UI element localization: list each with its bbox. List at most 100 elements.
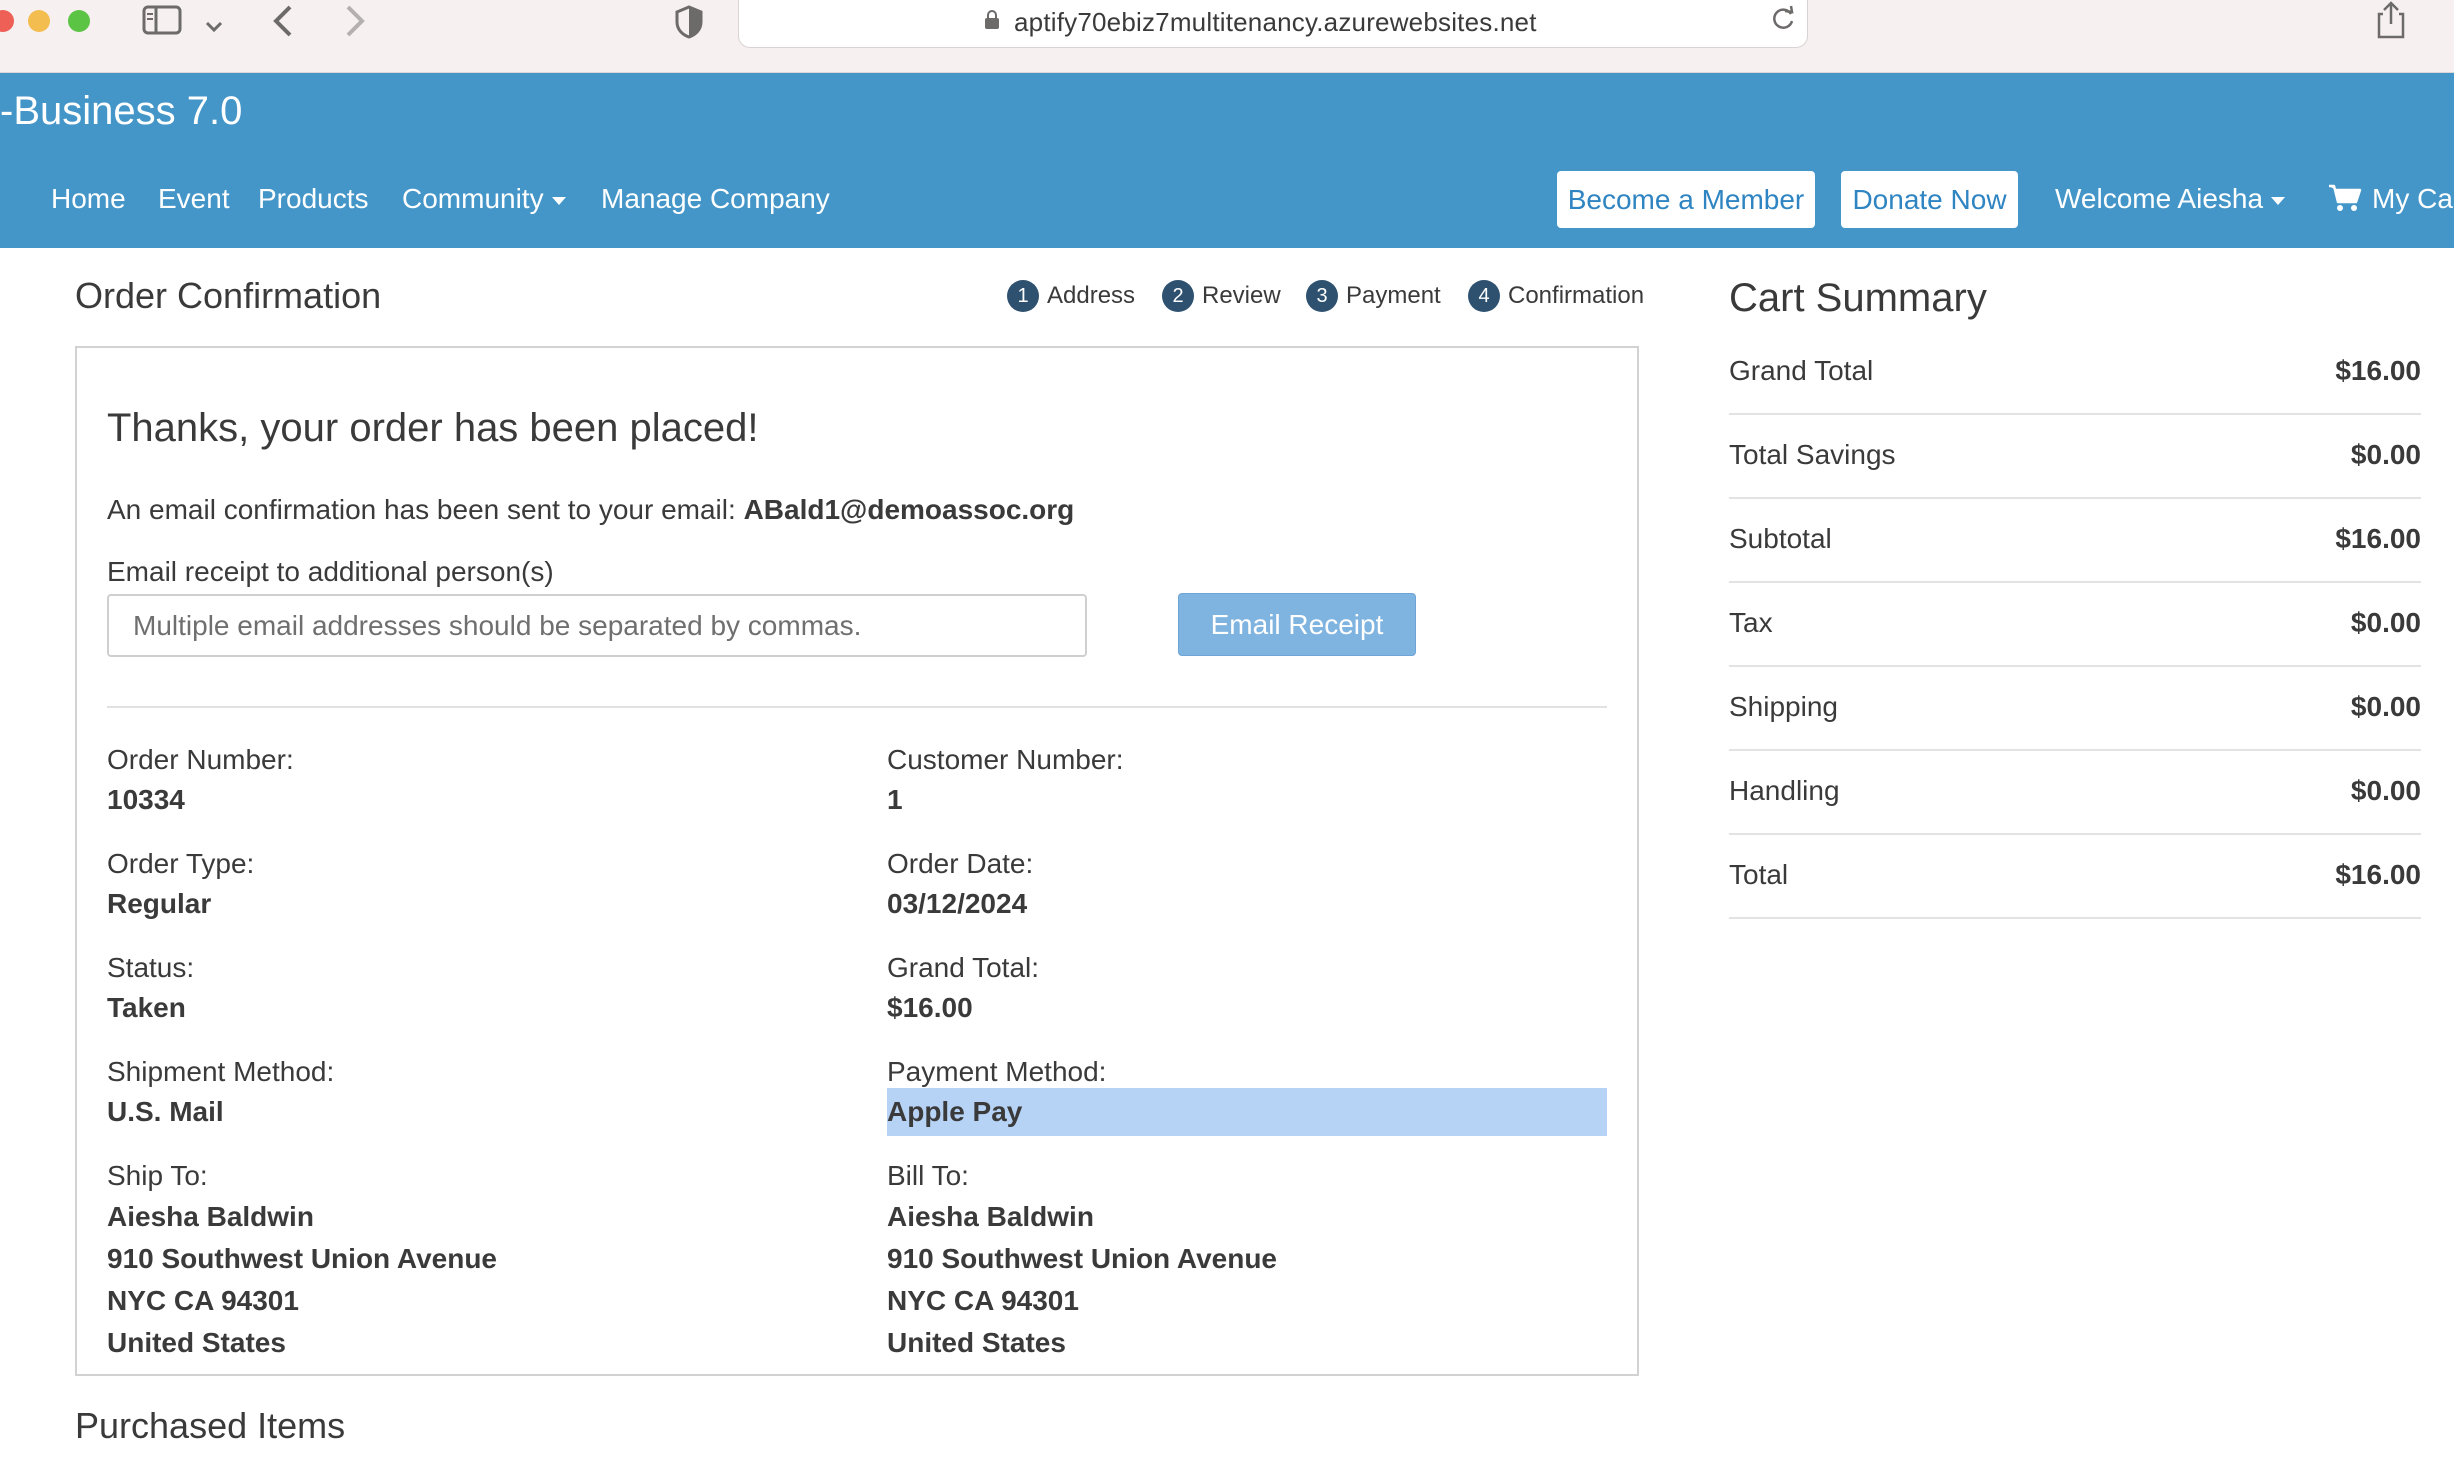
step-payment: 3 Payment xyxy=(1306,280,1441,312)
back-arrow-icon[interactable] xyxy=(270,2,296,47)
email-confirmation-text: An email confirmation has been sent to y… xyxy=(107,494,1074,526)
cart-row-value: $16.00 xyxy=(2335,859,2421,890)
browser-toolbar: aptify70ebiz7multitenancy.azurewebsites.… xyxy=(0,0,2454,73)
order-date-field: Order Date: 03/12/2024 xyxy=(887,844,1607,924)
minimize-window-button[interactable] xyxy=(28,10,50,32)
cart-row-grand-total: Grand Total $16.00 xyxy=(1729,331,2421,415)
donate-now-button[interactable]: Donate Now xyxy=(1841,171,2018,228)
welcome-user-label: Welcome Aiesha xyxy=(2055,183,2264,214)
close-window-button[interactable] xyxy=(0,10,14,32)
step-label: Payment xyxy=(1346,282,1441,309)
forward-arrow-icon[interactable] xyxy=(342,2,368,47)
order-date-label: Order Date: xyxy=(887,848,1034,879)
step-label: Address xyxy=(1047,282,1136,309)
nav-products[interactable]: Products xyxy=(258,183,369,215)
cart-row-total: Total $16.00 xyxy=(1729,835,2421,919)
step-label: Review xyxy=(1202,282,1281,309)
thanks-heading: Thanks, your order has been placed! xyxy=(107,406,759,450)
shipment-method-field: Shipment Method: U.S. Mail xyxy=(107,1052,827,1132)
order-confirmation-panel: Thanks, your order has been placed! An e… xyxy=(75,346,1639,1376)
zoom-window-button[interactable] xyxy=(68,10,90,32)
welcome-user-menu[interactable]: Welcome Aiesha xyxy=(2055,183,2286,215)
bill-to-country: United States xyxy=(887,1327,1066,1358)
cart-row-value: $0.00 xyxy=(2350,607,2421,638)
sidebar-toggle-icon[interactable] xyxy=(142,4,182,43)
cart-row-tax: Tax $0.00 xyxy=(1729,583,2421,667)
become-member-button[interactable]: Become a Member xyxy=(1557,171,1815,228)
step-label: Confirmation xyxy=(1508,282,1645,309)
cart-icon xyxy=(2328,183,2372,214)
cart-row-value: $0.00 xyxy=(2350,439,2421,470)
ship-to-label: Ship To: xyxy=(107,1160,208,1191)
ship-to-country: United States xyxy=(107,1327,286,1358)
status-label: Status: xyxy=(107,952,195,983)
page-title: Order Confirmation xyxy=(75,275,382,316)
caret-down-icon xyxy=(2271,196,2286,205)
purchased-items-heading: Purchased Items xyxy=(75,1405,346,1446)
nav-home[interactable]: Home xyxy=(51,183,126,215)
cart-row-value: $0.00 xyxy=(2350,691,2421,722)
url-text: aptify70ebiz7multitenancy.azurewebsites.… xyxy=(1014,7,1537,37)
grand-total-label: Grand Total: xyxy=(887,952,1040,983)
step-number: 3 xyxy=(1306,280,1338,312)
grand-total-value: $16.00 xyxy=(887,992,973,1023)
step-address: 1 Address xyxy=(1007,280,1135,312)
divider xyxy=(107,706,1607,708)
order-number-label: Order Number: xyxy=(107,744,294,775)
privacy-shield-icon[interactable] xyxy=(674,4,704,47)
status-field: Status: Taken xyxy=(107,948,827,1028)
cart-row-label: Subtotal xyxy=(1729,523,1832,554)
ship-to-name: Aiesha Baldwin xyxy=(107,1201,314,1232)
additional-email-input[interactable] xyxy=(107,594,1087,657)
cart-row-subtotal: Subtotal $16.00 xyxy=(1729,499,2421,583)
status-value: Taken xyxy=(107,992,186,1023)
chevron-down-icon[interactable] xyxy=(204,8,224,44)
bill-to-name: Aiesha Baldwin xyxy=(887,1201,1094,1232)
order-date-value: 03/12/2024 xyxy=(887,888,1028,919)
grand-total-field: Grand Total: $16.00 xyxy=(887,948,1607,1028)
step-number: 1 xyxy=(1007,280,1039,312)
reload-icon[interactable] xyxy=(1769,4,1797,42)
order-type-field: Order Type: Regular xyxy=(107,844,827,924)
payment-method-label: Payment Method: xyxy=(887,1056,1107,1087)
share-icon[interactable] xyxy=(2374,0,2408,47)
cart-summary-title: Cart Summary xyxy=(1729,276,1987,320)
caret-down-icon xyxy=(551,196,566,205)
step-number: 2 xyxy=(1162,280,1194,312)
order-number-value: 10334 xyxy=(107,784,185,815)
customer-number-field: Customer Number: 1 xyxy=(887,740,1607,820)
email-sent-label: An email confirmation has been sent to y… xyxy=(107,494,736,525)
cart-row-value: $16.00 xyxy=(2335,355,2421,386)
address-bar[interactable]: aptify70ebiz7multitenancy.azurewebsites.… xyxy=(738,0,1808,48)
confirmation-email: ABald1@demoassoc.org xyxy=(743,494,1075,525)
receipt-label: Email receipt to additional person(s) xyxy=(107,556,554,587)
cart-row-label: Handling xyxy=(1729,775,1840,806)
ship-to-city: NYC CA 94301 xyxy=(107,1285,299,1316)
ship-to-field: Ship To: Aiesha Baldwin 910 Southwest Un… xyxy=(107,1156,827,1364)
bill-to-field: Bill To: Aiesha Baldwin 910 Southwest Un… xyxy=(887,1156,1607,1364)
nav-manage-company[interactable]: Manage Company xyxy=(601,183,830,215)
cart-row-label: Total Savings xyxy=(1729,439,1896,470)
my-cart-link[interactable]: My Ca xyxy=(2328,183,2453,215)
customer-number-label: Customer Number: xyxy=(887,744,1124,775)
cart-row-shipping: Shipping $0.00 xyxy=(1729,667,2421,751)
cart-row-label: Shipping xyxy=(1729,691,1838,722)
step-review: 2 Review xyxy=(1162,280,1281,312)
nav-event[interactable]: Event xyxy=(158,183,230,215)
cart-row-value: $16.00 xyxy=(2335,523,2421,554)
step-number: 4 xyxy=(1468,280,1500,312)
order-number-field: Order Number: 10334 xyxy=(107,740,827,820)
shipment-method-label: Shipment Method: xyxy=(107,1056,335,1087)
nav-community[interactable]: Community xyxy=(402,183,566,215)
ship-to-street: 910 Southwest Union Avenue xyxy=(107,1243,497,1274)
payment-method-value: Apple Pay xyxy=(887,1088,1607,1136)
email-receipt-button[interactable]: Email Receipt xyxy=(1178,593,1416,656)
payment-method-field: Payment Method: Apple Pay xyxy=(887,1052,1607,1136)
cart-row-label: Total xyxy=(1729,859,1789,890)
order-type-label: Order Type: xyxy=(107,848,255,879)
customer-number-value: 1 xyxy=(887,784,903,815)
bill-to-label: Bill To: xyxy=(887,1160,969,1191)
bill-to-street: 910 Southwest Union Avenue xyxy=(887,1243,1277,1274)
site-brand[interactable]: -Business 7.0 xyxy=(0,89,242,134)
my-cart-label: My Ca xyxy=(2372,183,2453,214)
